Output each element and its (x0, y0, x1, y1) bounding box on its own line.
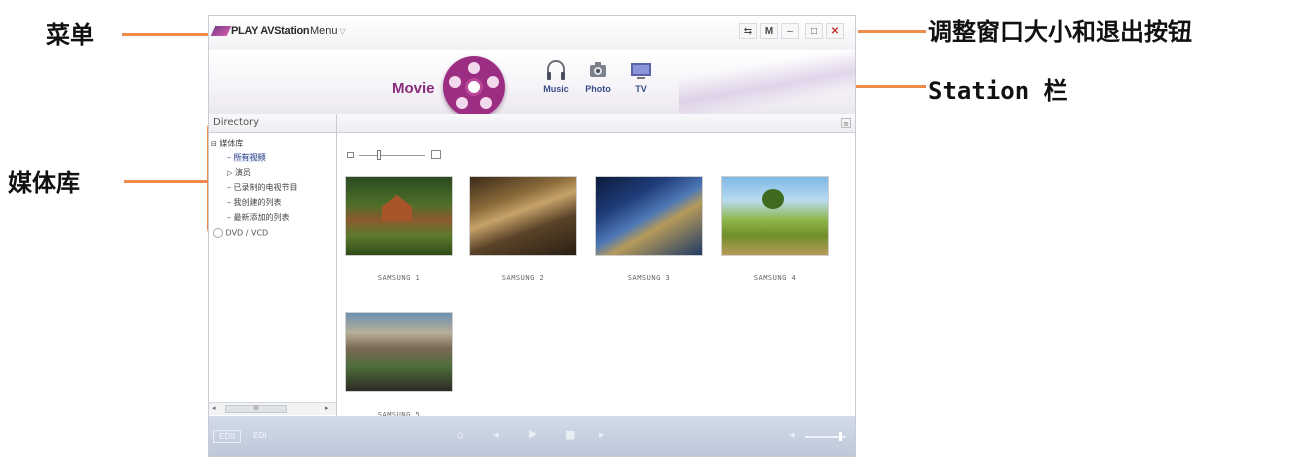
title-bar: PLAY AVStation Menu ▽ ⇆ M – □ ✕ (209, 16, 855, 50)
decorative-swoosh (679, 50, 855, 114)
tree-item-label: DVD / VCD (225, 228, 269, 238)
station-photo-label: Photo (585, 84, 611, 94)
station-music[interactable]: Music (539, 58, 573, 94)
content-header: ≡ (337, 114, 855, 133)
m-mode-button[interactable]: M (760, 23, 778, 39)
annotation-window-buttons: 调整窗口大小和退出按钮 (928, 18, 1192, 46)
station-music-label: Music (543, 84, 569, 94)
tree-item-recently-added[interactable]: – 最新添加的列表 (227, 212, 290, 223)
tree-item-media-library[interactable]: ⊟ 媒体库 (211, 138, 243, 149)
sidebar-header-label: Directory (213, 117, 260, 128)
tree-branch-icon: – (227, 153, 231, 162)
scrollbar-thumb[interactable]: III (225, 405, 287, 413)
next-icon[interactable]: ▸ (599, 428, 605, 441)
minimize-button[interactable]: – (781, 23, 799, 39)
tree-item-my-lists[interactable]: – 我创建的列表 (227, 197, 282, 208)
zoom-slider-thumb[interactable] (377, 150, 381, 160)
bottom-tab-edi[interactable]: EDI (253, 431, 266, 440)
volume-slider-thumb[interactable] (839, 432, 842, 441)
zoom-slider-track[interactable] (359, 155, 425, 156)
tree-branch-icon: – (227, 183, 231, 192)
video-thumbnail[interactable] (345, 312, 453, 392)
volume-icon[interactable]: ◂ (789, 428, 795, 441)
station-tv[interactable]: TV (624, 58, 658, 94)
app-window: PLAY AVStation Menu ▽ ⇆ M – □ ✕ Movie Mus… (208, 15, 856, 457)
sidebar-header: Directory (209, 114, 336, 133)
tree-item-label: 媒体库 (219, 139, 244, 148)
sidebar: Directory ⊟ 媒体库 – 所有视频 ▷ 演员 – 已录制的电视节目 –… (209, 114, 337, 416)
view-mode-icon[interactable]: ≡ (841, 118, 851, 128)
tree-item-actors[interactable]: ▷ 演员 (227, 167, 251, 178)
video-title: SAMSUNG 2 (501, 274, 545, 282)
tree-item-label: 演员 (234, 168, 251, 177)
stop-icon[interactable]: ⌂ (457, 428, 464, 441)
bottom-tab-eds[interactable]: EDS (213, 430, 242, 443)
menu-label: Menu (310, 25, 338, 37)
tree-branch-icon: – (227, 198, 231, 207)
play-icon[interactable]: ▶ (529, 427, 537, 440)
tree-item-label: 已录制的电视节目 (233, 183, 298, 192)
app-title: PLAY AVStation (231, 25, 310, 37)
tree-item-label: 所有视频 (233, 153, 266, 162)
video-title: SAMSUNG 1 (377, 274, 421, 282)
annotation-window-buttons-line (858, 30, 926, 33)
video-thumbnail[interactable] (595, 176, 703, 256)
tv-icon (631, 63, 651, 79)
maximize-button[interactable]: □ (805, 23, 823, 39)
chevron-down-icon: ▽ (339, 27, 346, 36)
annotation-menu: 菜单 (46, 21, 94, 49)
tree-item-dvd-vcd[interactable]: DVD / VCD (213, 228, 268, 238)
station-bar: Movie Music Photo TV (209, 50, 855, 118)
playback-bar: EDS EDI ⌂ ◂ ▶ ■ ▸ ◂ (209, 416, 855, 456)
annotation-station-bar: Station 栏 (928, 77, 1068, 105)
mini-mode-button[interactable]: ⇆ (739, 23, 757, 39)
app-logo-icon (210, 26, 232, 36)
content-area: ≡ SAMSUNG 1 SAMSUNG 2 SAMSUNG 3 SAMSUNG … (337, 114, 855, 419)
video-thumbnail[interactable] (469, 176, 577, 256)
disc-icon (213, 228, 223, 238)
video-thumbnail[interactable] (721, 176, 829, 256)
video-thumbnail[interactable] (345, 176, 453, 256)
menu-button[interactable]: Menu ▽ (310, 25, 346, 37)
station-tv-label: TV (635, 84, 647, 94)
tree-item-label: 最新添加的列表 (233, 213, 290, 222)
scroll-left-icon[interactable]: ◂ (212, 404, 216, 412)
station-photo[interactable]: Photo (581, 58, 615, 94)
tree-item-recorded-tv[interactable]: – 已录制的电视节目 (227, 182, 298, 193)
collapse-icon: ⊟ (211, 140, 217, 148)
sidebar-horizontal-scrollbar[interactable]: ◂ III ▸ (209, 402, 336, 415)
tree-item-label: 我创建的列表 (233, 198, 282, 207)
video-title: SAMSUNG 4 (753, 274, 797, 282)
tree-branch-icon: – (227, 213, 231, 222)
film-reel-icon[interactable] (443, 56, 505, 118)
headphones-icon (547, 60, 565, 80)
expand-arrow-icon: ▷ (227, 169, 233, 177)
zoom-large-icon[interactable] (431, 150, 441, 159)
camera-icon (590, 62, 606, 77)
tree-item-all-videos[interactable]: – 所有视频 (227, 152, 266, 163)
close-button[interactable]: ✕ (826, 23, 844, 39)
zoom-small-icon[interactable] (347, 152, 354, 158)
scroll-right-icon[interactable]: ▸ (325, 404, 329, 412)
annotation-media-library-line (124, 180, 208, 183)
stop-button-icon[interactable]: ■ (565, 428, 575, 441)
video-title: SAMSUNG 3 (627, 274, 671, 282)
station-movie-label[interactable]: Movie (392, 80, 435, 97)
previous-icon[interactable]: ◂ (493, 428, 499, 441)
annotation-media-library: 媒体库 (8, 169, 80, 197)
